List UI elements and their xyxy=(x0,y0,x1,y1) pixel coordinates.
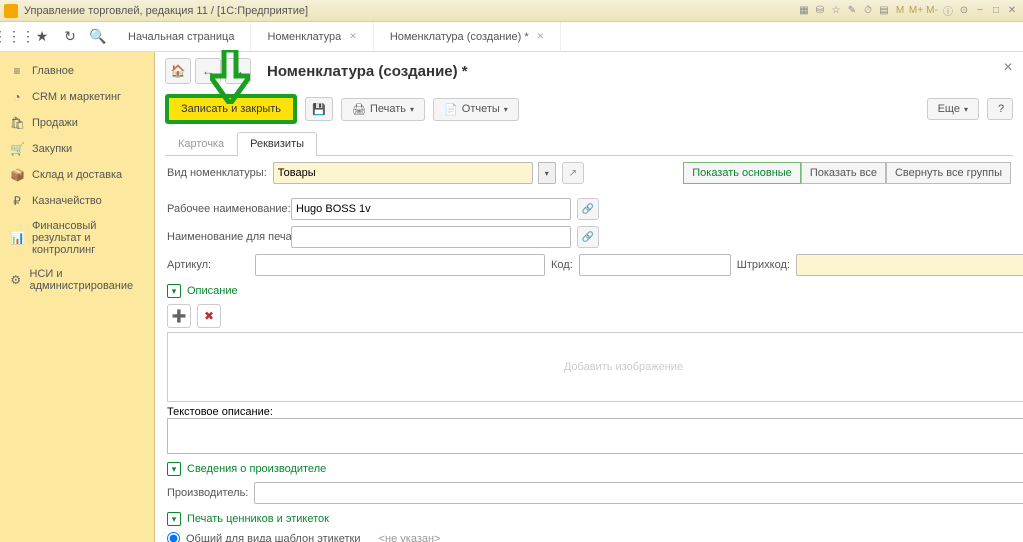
close-icon[interactable]: ✕ xyxy=(537,31,545,42)
link-button[interactable]: 🔗 xyxy=(577,198,599,220)
subtab-card[interactable]: Карточка xyxy=(165,132,237,155)
sidebar-item-crm[interactable]: ◔CRM и маркетинг xyxy=(0,84,154,110)
sys-icon[interactable]: ☆ xyxy=(829,4,843,18)
barcode-input[interactable] xyxy=(796,254,1023,276)
app-logo-icon xyxy=(4,4,18,18)
sidebar-item-admin[interactable]: ⚙НСИ и администрирование xyxy=(0,262,154,298)
common-template-radio[interactable] xyxy=(167,532,180,542)
sidebar-item-sales[interactable]: 🛍Продажи xyxy=(0,110,154,136)
sys-icon[interactable]: ▤ xyxy=(877,4,891,18)
history-icon[interactable]: ↻ xyxy=(56,23,84,51)
nav-back-button[interactable]: ← xyxy=(195,58,221,84)
sidebar: ≡Главное ◔CRM и маркетинг 🛍Продажи 🛒Заку… xyxy=(0,52,155,542)
favorite-icon[interactable]: ★ xyxy=(28,23,56,51)
section-pricelabels[interactable]: ▾Печать ценников и этикеток xyxy=(167,512,1023,526)
code-input[interactable] xyxy=(579,254,731,276)
nav-forward-button[interactable]: → xyxy=(225,58,251,84)
open-ref-button[interactable]: ↗ xyxy=(562,162,584,184)
crm-icon: ◔ xyxy=(10,90,24,104)
help-button[interactable]: ? xyxy=(987,98,1013,120)
window-title: Управление торговлей, редакция 11 / [1С:… xyxy=(24,5,797,17)
article-input[interactable] xyxy=(255,254,545,276)
save-close-button[interactable]: Записать и закрыть xyxy=(165,94,297,124)
workname-label: Рабочее наименование: xyxy=(167,203,285,215)
sys-icon[interactable]: ▦ xyxy=(797,4,811,18)
image-placeholder[interactable]: Добавить изображение xyxy=(167,332,1023,402)
reports-button[interactable]: 📄Отчеты▾ xyxy=(433,98,519,121)
sys-icon[interactable]: M+ xyxy=(909,4,923,18)
add-image-button[interactable]: ➕ xyxy=(167,304,191,328)
textdesc-label: Текстовое описание: xyxy=(167,406,273,418)
sys-icon[interactable]: ⊙ xyxy=(957,4,971,18)
sys-icon[interactable]: ✎ xyxy=(845,4,859,18)
printname-input[interactable] xyxy=(291,226,571,248)
sidebar-item-finance[interactable]: 📊Финансовый результат и контроллинг xyxy=(0,214,154,262)
minimize-icon[interactable]: − xyxy=(973,4,987,18)
system-icons: ▦ ⛁ ☆ ✎ ⏱ ▤ M M+ M- ⓘ ⊙ − □ ✕ xyxy=(797,4,1019,18)
collapse-icon[interactable]: ▾ xyxy=(167,462,181,476)
search-icon[interactable]: 🔍 xyxy=(84,23,112,51)
print-button[interactable]: 🖨Печать▾ xyxy=(341,98,425,121)
type-label: Вид номенклатуры: xyxy=(167,167,267,179)
barcode-label: Штрихкод: xyxy=(737,259,790,271)
section-description[interactable]: ▾Описание xyxy=(167,284,1023,298)
printer-icon: 🖨 xyxy=(352,103,366,116)
sys-icon[interactable]: M xyxy=(893,4,907,18)
nav-home-button[interactable]: 🏠 xyxy=(165,58,191,84)
report-icon: 📄 xyxy=(444,103,458,116)
code-label: Код: xyxy=(551,259,573,271)
page-title: Номенклатура (создание) * xyxy=(267,63,468,80)
textdesc-input[interactable] xyxy=(167,418,1023,454)
maximize-icon[interactable]: □ xyxy=(989,4,1003,18)
section-manufacturer[interactable]: ▾Сведения о производителе xyxy=(167,462,1023,476)
ruble-icon: ₽ xyxy=(10,194,24,208)
gear-icon: ⚙ xyxy=(10,273,21,287)
type-input[interactable] xyxy=(273,162,533,184)
sales-icon: 🛍 xyxy=(10,116,24,130)
show-main-button[interactable]: Показать основные xyxy=(683,162,801,184)
collapse-all-button[interactable]: Свернуть все группы xyxy=(886,162,1011,184)
article-label: Артикул: xyxy=(167,259,249,271)
sys-icon[interactable]: ⓘ xyxy=(941,4,955,18)
show-all-button[interactable]: Показать все xyxy=(801,162,886,184)
workname-input[interactable] xyxy=(291,198,571,220)
collapse-icon[interactable]: ▾ xyxy=(167,512,181,526)
subtab-details[interactable]: Реквизиты xyxy=(237,132,317,156)
sidebar-item-warehouse[interactable]: 📦Склад и доставка xyxy=(0,162,154,188)
sidebar-item-treasury[interactable]: ₽Казначейство xyxy=(0,188,154,214)
sys-icon[interactable]: ⏱ xyxy=(861,4,875,18)
tab-nomenclature-create[interactable]: Номенклатура (создание) *✕ xyxy=(374,22,561,51)
chart-icon: 📊 xyxy=(10,231,24,245)
manufacturer-input[interactable] xyxy=(254,482,1023,504)
menu-icon: ≡ xyxy=(10,64,24,78)
printname-label: Наименование для печати: xyxy=(167,231,285,243)
link-button[interactable]: 🔗 xyxy=(577,226,599,248)
tab-nomenclature[interactable]: Номенклатура✕ xyxy=(251,22,373,51)
sys-icon[interactable]: ⛁ xyxy=(813,4,827,18)
box-icon: 📦 xyxy=(10,168,24,182)
cart-icon: 🛒 xyxy=(10,142,24,156)
tab-home[interactable]: Начальная страница xyxy=(112,22,251,51)
apps-icon[interactable]: ⋮⋮⋮ xyxy=(0,23,28,51)
save-button[interactable]: 💾 xyxy=(305,97,333,121)
sidebar-item-purchases[interactable]: 🛒Закупки xyxy=(0,136,154,162)
remove-image-button[interactable]: ✖ xyxy=(197,304,221,328)
sys-icon[interactable]: M- xyxy=(925,4,939,18)
sidebar-item-main[interactable]: ≡Главное xyxy=(0,58,154,84)
collapse-icon[interactable]: ▾ xyxy=(167,284,181,298)
more-button[interactable]: Еще▾ xyxy=(927,98,979,120)
dropdown-icon[interactable]: ▾ xyxy=(538,162,556,184)
close-icon[interactable]: ✕ xyxy=(1005,4,1019,18)
manufacturer-label: Производитель: xyxy=(167,487,248,499)
close-page-icon[interactable]: ✕ xyxy=(1003,60,1013,74)
close-icon[interactable]: ✕ xyxy=(349,31,357,42)
